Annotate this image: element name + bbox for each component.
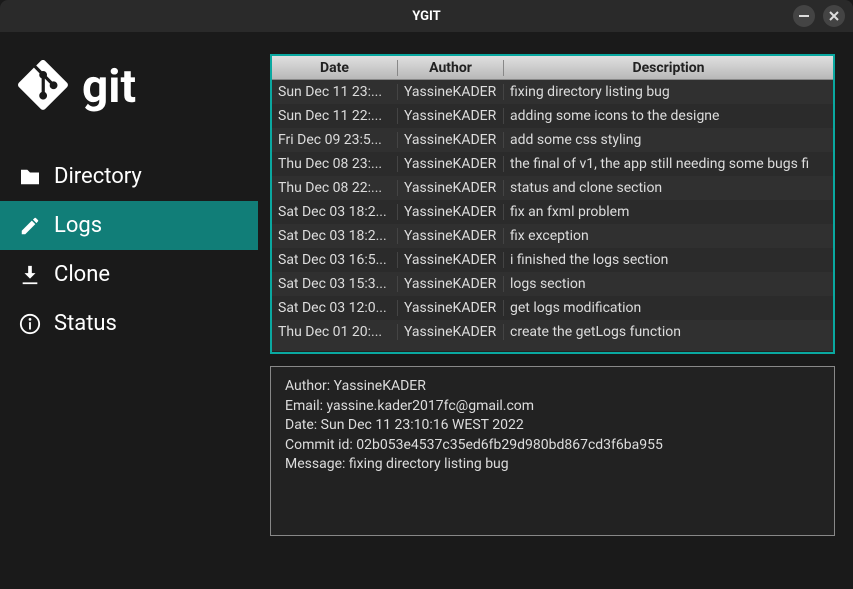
table-row[interactable]: Thu Dec 01 20:...YassineKADERcreate the … xyxy=(272,320,833,344)
cell-author: YassineKADER xyxy=(398,180,504,196)
cell-date: Sat Dec 03 18:2... xyxy=(272,204,398,220)
table-row[interactable]: Sun Dec 11 22:...YassineKADERadding some… xyxy=(272,104,833,128)
table-row[interactable]: Fri Dec 09 23:5...YassineKADERadd some c… xyxy=(272,128,833,152)
table-row[interactable]: Sat Dec 03 18:2...YassineKADERfix except… xyxy=(272,224,833,248)
cell-author: YassineKADER xyxy=(398,108,504,124)
table-row[interactable]: Sat Dec 03 18:2...YassineKADERfix an fxm… xyxy=(272,200,833,224)
content: Date Author Description Sun Dec 11 23:..… xyxy=(258,32,853,589)
window-controls xyxy=(793,5,845,27)
sidebar-item-directory[interactable]: Directory xyxy=(0,152,258,201)
close-button[interactable] xyxy=(823,5,845,27)
commits-table: Date Author Description Sun Dec 11 23:..… xyxy=(270,54,835,354)
cell-author: YassineKADER xyxy=(398,324,504,340)
cell-date: Sat Dec 03 12:0... xyxy=(272,300,398,316)
cell-date: Thu Dec 08 23:... xyxy=(272,156,398,172)
title-bar: YGIT xyxy=(0,0,853,32)
detail-date: Date: Sun Dec 11 23:10:16 WEST 2022 xyxy=(285,416,820,436)
cell-description: logs section xyxy=(504,276,833,292)
cell-author: YassineKADER xyxy=(398,252,504,268)
detail-email: Email: yassine.kader2017fc@gmail.com xyxy=(285,397,820,417)
cell-description: fix an fxml problem xyxy=(504,204,833,220)
git-icon xyxy=(18,60,68,114)
table-row[interactable]: Sat Dec 03 15:3...YassineKADERlogs secti… xyxy=(272,272,833,296)
table-row[interactable]: Sun Dec 11 23:...YassineKADERfixing dire… xyxy=(272,80,833,104)
header-author[interactable]: Author xyxy=(398,60,504,76)
sidebar-item-logs[interactable]: Logs xyxy=(0,201,258,250)
cell-description: add some css styling xyxy=(504,132,833,148)
logo: git xyxy=(0,60,258,114)
info-icon xyxy=(18,312,42,336)
cell-author: YassineKADER xyxy=(398,156,504,172)
folder-icon xyxy=(18,165,42,189)
cell-author: YassineKADER xyxy=(398,300,504,316)
table-row[interactable]: Sat Dec 03 16:5...YassineKADERi finished… xyxy=(272,248,833,272)
cell-date: Sun Dec 11 22:... xyxy=(272,108,398,124)
pencil-icon xyxy=(18,214,42,238)
cell-description: i finished the logs section xyxy=(504,252,833,268)
minimize-button[interactable] xyxy=(793,5,815,27)
detail-author: Author: YassineKADER xyxy=(285,377,820,397)
commit-details: Author: YassineKADER Email: yassine.kade… xyxy=(270,366,835,536)
cell-author: YassineKADER xyxy=(398,228,504,244)
cell-date: Sat Dec 03 16:5... xyxy=(272,252,398,268)
header-description[interactable]: Description xyxy=(504,60,833,76)
window-title: YGIT xyxy=(412,9,440,24)
cell-author: YassineKADER xyxy=(398,204,504,220)
download-icon xyxy=(18,263,42,287)
table-row[interactable]: Thu Dec 08 22:...YassineKADERstatus and … xyxy=(272,176,833,200)
header-date[interactable]: Date xyxy=(272,60,398,76)
table-row[interactable]: Sat Dec 03 12:0...YassineKADERget logs m… xyxy=(272,296,833,320)
cell-date: Sat Dec 03 15:3... xyxy=(272,276,398,292)
cell-author: YassineKADER xyxy=(398,276,504,292)
logo-text: git xyxy=(82,60,136,114)
cell-description: create the getLogs function xyxy=(504,324,833,340)
table-body[interactable]: Sun Dec 11 23:...YassineKADERfixing dire… xyxy=(272,80,833,351)
sidebar-item-clone[interactable]: Clone xyxy=(0,250,258,299)
cell-date: Thu Dec 01 20:... xyxy=(272,324,398,340)
cell-description: fix exception xyxy=(504,228,833,244)
main: git Directory Logs Clone Status xyxy=(0,32,853,589)
sidebar-item-label: Status xyxy=(54,311,117,336)
cell-date: Sat Dec 03 18:2... xyxy=(272,228,398,244)
cell-description: status and clone section xyxy=(504,180,833,196)
table-header: Date Author Description xyxy=(272,56,833,80)
sidebar: git Directory Logs Clone Status xyxy=(0,32,258,589)
cell-author: YassineKADER xyxy=(398,84,504,100)
detail-commit-id: Commit id: 02b053e4537c35ed6fb29d980bd86… xyxy=(285,436,820,456)
sidebar-item-label: Clone xyxy=(54,262,110,287)
cell-description: adding some icons to the designe xyxy=(504,108,833,124)
cell-description: get logs modification xyxy=(504,300,833,316)
cell-description: fixing directory listing bug xyxy=(504,84,833,100)
cell-date: Fri Dec 09 23:5... xyxy=(272,132,398,148)
sidebar-item-label: Logs xyxy=(54,213,102,238)
horizontal-scrollbar[interactable] xyxy=(272,351,833,352)
cell-date: Sun Dec 11 23:... xyxy=(272,84,398,100)
cell-author: YassineKADER xyxy=(398,132,504,148)
table-row[interactable]: Thu Dec 08 23:...YassineKADERthe final o… xyxy=(272,152,833,176)
cell-date: Thu Dec 08 22:... xyxy=(272,180,398,196)
detail-message: Message: fixing directory listing bug xyxy=(285,455,820,475)
sidebar-item-status[interactable]: Status xyxy=(0,299,258,348)
sidebar-item-label: Directory xyxy=(54,164,142,189)
cell-description: the final of v1, the app still needing s… xyxy=(504,156,833,172)
